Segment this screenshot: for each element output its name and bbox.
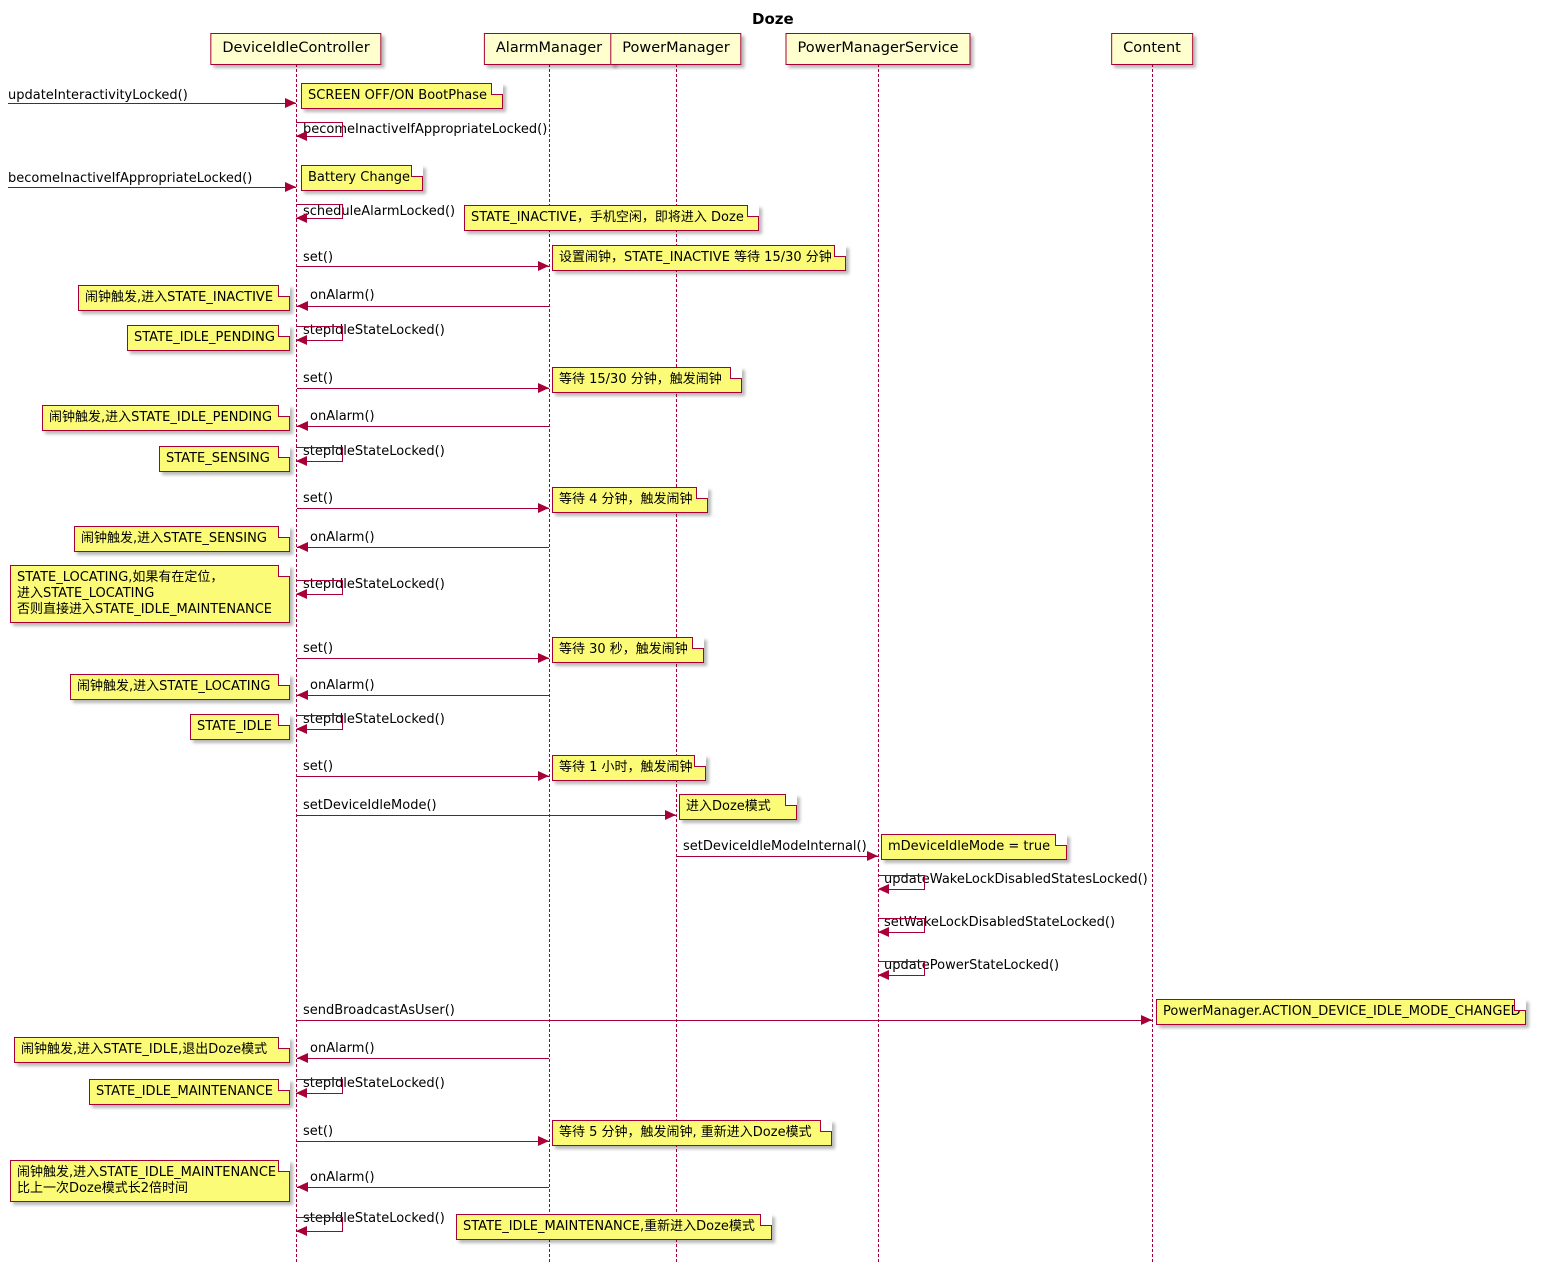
- diagram-title: Doze: [752, 10, 794, 28]
- arrowhead-set-idle-maintenance: [538, 1136, 549, 1146]
- arrowhead-set-device-idle-mode: [665, 810, 676, 820]
- message-line-set-idle-pending: [297, 388, 549, 389]
- arrowhead-step-idle-state-locked-1: [296, 335, 307, 345]
- message-line-set-idle: [297, 776, 549, 777]
- participant-alarmmanager[interactable]: AlarmManager: [483, 33, 615, 65]
- note-wait-15-30-min: 等待 15/30 分钟，触发闹钟: [552, 367, 742, 393]
- arrowhead-set-wake-lock-disabled-state-locked: [878, 927, 889, 937]
- message-label-on-alarm-inactive: onAlarm(): [310, 288, 375, 303]
- participant-powermanagerservice[interactable]: PowerManagerService: [785, 33, 971, 65]
- note-battery-change: Battery Change: [301, 165, 423, 191]
- note-enter-doze-mode: 进入Doze模式: [679, 794, 797, 820]
- message-label-set-inactive: set(): [303, 250, 334, 265]
- message-line-on-alarm-locating: [297, 695, 549, 696]
- arrowhead-step-idle-state-locked-3: [296, 589, 307, 599]
- note-state-idle: STATE_IDLE: [190, 714, 290, 740]
- message-label-on-alarm-locating: onAlarm(): [310, 678, 375, 693]
- arrowhead-on-alarm-idle-maintenance: [297, 1182, 308, 1192]
- note-state-idle-pending: STATE_IDLE_PENDING: [127, 325, 290, 351]
- sequence-diagram-canvas: Doze DeviceIdleController AlarmManager Pow…: [0, 0, 1543, 1270]
- note-screen-off-on-bootphase: SCREEN OFF/ON BootPhase: [301, 83, 503, 109]
- message-label-set-idle: set(): [303, 759, 334, 774]
- arrowhead-set-device-idle-mode-internal: [867, 851, 878, 861]
- message-label-on-alarm-exit-doze: onAlarm(): [310, 1041, 375, 1056]
- arrowhead-set-sensing: [538, 503, 549, 513]
- message-line-set-idle-maintenance: [297, 1141, 549, 1142]
- note-wait-4-min: 等待 4 分钟，触发闹钟: [552, 487, 708, 513]
- message-line-update-interactivity-locked: [8, 103, 296, 104]
- arrowhead-step-idle-state-locked-6: [296, 1226, 307, 1236]
- note-alarm-enter-state-inactive: 闹钟触发,进入STATE_INACTIVE: [78, 285, 290, 311]
- message-label-on-alarm-sensing: onAlarm(): [310, 530, 375, 545]
- lifeline-powermanager: [676, 64, 677, 1262]
- note-alarm-enter-state-idle-pending: 闹钟触发,进入STATE_IDLE_PENDING: [42, 405, 290, 431]
- message-label-set-locating: set(): [303, 641, 334, 656]
- message-label-on-alarm-idle-maintenance: onAlarm(): [310, 1170, 375, 1185]
- arrowhead-update-interactivity-locked: [285, 98, 296, 108]
- message-line-set-inactive: [297, 266, 549, 267]
- message-label-update-interactivity-locked: updateInteractivityLocked(): [8, 88, 188, 103]
- message-line-on-alarm-idle-maintenance: [297, 1187, 549, 1188]
- message-label-set-sensing: set(): [303, 491, 334, 506]
- note-set-alarm-inactive: 设置闹钟，STATE_INACTIVE 等待 15/30 分钟: [552, 245, 846, 271]
- note-wait-5-min-redoze: 等待 5 分钟，触发闹钟, 重新进入Doze模式: [552, 1120, 832, 1146]
- message-line-set-device-idle-mode-internal: [677, 856, 878, 857]
- arrowhead-become-inactive-if-appropriate-locked: [285, 182, 296, 192]
- note-state-idle-maintenance-redoze: STATE_IDLE_MAINTENANCE,重新进入Doze模式: [456, 1214, 772, 1240]
- arrowhead-step-idle-state-locked-2: [296, 456, 307, 466]
- message-line-set-device-idle-mode: [297, 815, 676, 816]
- note-alarm-enter-state-idle-maintenance: 闹钟触发,进入STATE_IDLE_MAINTENANCE 比上一次Doze模式…: [10, 1160, 290, 1202]
- participant-content[interactable]: Content: [1111, 33, 1193, 65]
- arrowhead-on-alarm-sensing: [297, 542, 308, 552]
- arrowhead-update-power-state-locked: [878, 970, 889, 980]
- arrowhead-send-broadcast-as-user: [1141, 1015, 1152, 1025]
- message-label-send-broadcast-as-user: sendBroadcastAsUser(): [303, 1003, 455, 1018]
- participant-powermanager[interactable]: PowerManager: [610, 33, 742, 65]
- note-alarm-enter-state-sensing: 闹钟触发,进入STATE_SENSING: [74, 526, 290, 552]
- note-action-device-idle-mode-changed: PowerManager.ACTION_DEVICE_IDLE_MODE_CHA…: [1156, 999, 1526, 1025]
- message-label-become-inactive-if-appropriate-locked: becomeInactiveIfAppropriateLocked(): [8, 171, 253, 186]
- participant-deviceidlecontroller[interactable]: DeviceIdleController: [210, 33, 382, 65]
- arrowhead-on-alarm-locating: [297, 690, 308, 700]
- note-wait-1-hour: 等待 1 小时，触发闹钟: [552, 755, 706, 781]
- message-label-set-idle-pending: set(): [303, 371, 334, 386]
- note-alarm-enter-state-locating: 闹钟触发,进入STATE_LOCATING: [70, 674, 290, 700]
- message-line-set-sensing: [297, 508, 549, 509]
- message-line-become-inactive-if-appropriate-locked: [8, 187, 296, 188]
- note-state-sensing: STATE_SENSING: [159, 446, 290, 472]
- message-line-on-alarm-inactive: [297, 306, 549, 307]
- arrowhead-step-idle-state-locked-5: [296, 1088, 307, 1098]
- message-line-on-alarm-idle-pending: [297, 426, 549, 427]
- arrowhead-on-alarm-idle-pending: [297, 421, 308, 431]
- lifeline-powermanagerservice: [878, 64, 879, 1262]
- message-line-on-alarm-sensing: [297, 547, 549, 548]
- note-state-locating: STATE_LOCATING,如果有在定位， 进入STATE_LOCATING …: [10, 565, 290, 623]
- message-label-set-device-idle-mode: setDeviceIdleMode(): [303, 798, 437, 813]
- note-mdeviceidlemode-true: mDeviceIdleMode = true: [881, 834, 1067, 860]
- lifeline-alarmmanager: [549, 64, 550, 1262]
- message-label-on-alarm-idle-pending: onAlarm(): [310, 409, 375, 424]
- message-line-on-alarm-exit-doze: [297, 1058, 549, 1059]
- arrowhead-set-inactive: [538, 261, 549, 271]
- lifeline-content: [1152, 64, 1153, 1262]
- arrowhead-on-alarm-inactive: [297, 301, 308, 311]
- note-state-idle-maintenance: STATE_IDLE_MAINTENANCE: [89, 1079, 290, 1105]
- message-line-send-broadcast-as-user: [297, 1020, 1152, 1021]
- arrowhead-become-inactive-if-appropriate-locked-self: [296, 131, 307, 141]
- arrowhead-update-wake-lock-disabled-states-locked: [878, 884, 889, 894]
- arrowhead-set-idle-pending: [538, 383, 549, 393]
- note-wait-30-sec: 等待 30 秒，触发闹钟: [552, 637, 704, 663]
- arrowhead-on-alarm-exit-doze: [297, 1053, 308, 1063]
- message-label-set-device-idle-mode-internal: setDeviceIdleModeInternal(): [683, 839, 867, 854]
- note-alarm-enter-state-idle-exit-doze: 闹钟触发,进入STATE_IDLE,退出Doze模式: [14, 1037, 290, 1063]
- arrowhead-set-idle: [538, 771, 549, 781]
- message-label-set-idle-maintenance: set(): [303, 1124, 334, 1139]
- note-state-inactive: STATE_INACTIVE，手机空闲，即将进入 Doze: [464, 205, 759, 231]
- arrowhead-step-idle-state-locked-4: [296, 724, 307, 734]
- arrowhead-schedule-alarm-locked-self: [296, 213, 307, 223]
- arrowhead-set-locating: [538, 653, 549, 663]
- message-line-set-locating: [297, 658, 549, 659]
